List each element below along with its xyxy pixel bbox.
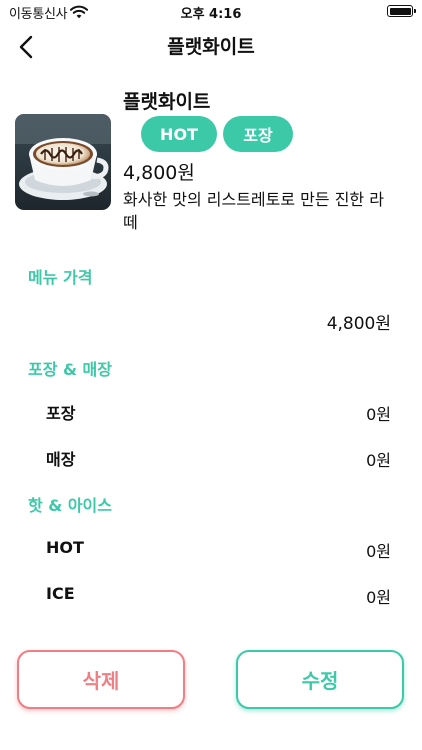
product-image bbox=[15, 114, 111, 210]
status-time: 오후 4:16 bbox=[180, 7, 242, 22]
option-price-hot: 0원 bbox=[366, 542, 391, 561]
tag-hot: HOT bbox=[141, 116, 217, 152]
status-bar: 이동통신사 오후 4:16 bbox=[0, 0, 422, 24]
battery-icon bbox=[387, 5, 416, 17]
option-label-ice: ICE bbox=[46, 584, 75, 603]
option-label-dinein: 매장 bbox=[46, 450, 76, 469]
edit-button[interactable]: 수정 bbox=[236, 650, 404, 709]
option-label-takeout: 포장 bbox=[46, 404, 76, 423]
product-price: 4,800원 bbox=[123, 162, 195, 184]
section-title-takeout: 포장 & 매장 bbox=[28, 360, 112, 379]
delete-button[interactable]: 삭제 bbox=[17, 650, 185, 709]
section-title-menu-price: 메뉴 가격 bbox=[28, 268, 93, 287]
page-title: 플랫화이트 bbox=[167, 36, 255, 58]
menu-price-value: 4,800원 bbox=[326, 314, 391, 334]
tag-takeout: 포장 bbox=[223, 116, 293, 152]
section-title-temperature: 핫 & 아이스 bbox=[28, 496, 112, 515]
product-description: 화사한 맛의 리스트레토로 만든 진한 라떼 bbox=[123, 190, 384, 232]
option-label-hot: HOT bbox=[46, 538, 84, 557]
product-name: 플랫화이트 bbox=[123, 91, 211, 113]
option-price-ice: 0원 bbox=[366, 588, 391, 607]
option-price-dinein: 0원 bbox=[366, 451, 391, 470]
option-price-takeout: 0원 bbox=[366, 405, 391, 424]
